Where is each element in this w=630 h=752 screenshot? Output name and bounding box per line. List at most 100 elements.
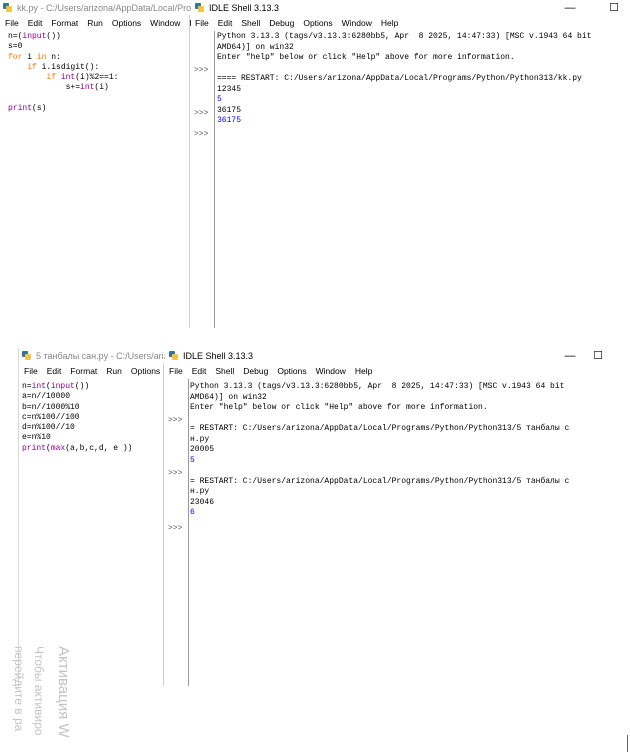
menu-window[interactable]: Window bbox=[150, 18, 180, 28]
top-editor-scroll-edge bbox=[189, 15, 190, 328]
idle-app-icon bbox=[169, 351, 178, 360]
menu-options[interactable]: Options bbox=[131, 366, 160, 376]
shell-line: AMD64)] on win32 bbox=[190, 392, 267, 402]
shell-prompt: >>> bbox=[194, 130, 209, 139]
activation-watermark-line3: перейдите в ра bbox=[12, 646, 26, 732]
menu-edit[interactable]: Edit bbox=[192, 366, 207, 376]
window-edge bbox=[627, 735, 628, 752]
menu-file[interactable]: File bbox=[169, 366, 183, 376]
code-line: n=(input()) bbox=[8, 32, 189, 42]
shell-line: = RESTART: C:/Users/arizona/AppData/Loca… bbox=[190, 424, 570, 433]
menu-help[interactable]: Help bbox=[381, 18, 398, 28]
menu-shell[interactable]: Shell bbox=[241, 18, 260, 28]
menu-options[interactable]: Options bbox=[303, 18, 332, 28]
bottom-maximize-button[interactable]: ☐ bbox=[584, 348, 612, 363]
shell-line: 5 bbox=[217, 95, 222, 104]
top-maximize-button[interactable]: ☐ bbox=[600, 0, 628, 15]
top-editor-window: kk.py - C:/Users/arizona/AppData/Local/P… bbox=[0, 0, 191, 328]
idle-app-icon bbox=[3, 3, 12, 12]
bottom-editor-title: 5 танбалы сан.py - C:/Users/arizona bbox=[36, 350, 165, 361]
idle-app-icon bbox=[195, 3, 204, 12]
shell-line: Python 3.13.3 (tags/v3.13.3:6280bb5, Apr… bbox=[190, 382, 565, 391]
bottom-minimize-button[interactable]: — bbox=[556, 348, 584, 363]
code-token: print bbox=[22, 443, 47, 453]
menu-window[interactable]: Window bbox=[342, 18, 372, 28]
code-token: (s) bbox=[32, 104, 47, 114]
shell-line: 23046 bbox=[190, 497, 215, 507]
shell-line: н.py bbox=[190, 434, 210, 444]
shell-line: = RESTART: C:/Users/arizona/AppData/Loca… bbox=[190, 476, 570, 486]
code-line: s=0 bbox=[8, 42, 189, 52]
code-token: print bbox=[8, 104, 33, 114]
code-token: ()) bbox=[46, 32, 61, 41]
menu-options[interactable]: Options bbox=[277, 366, 306, 376]
menu-debug[interactable]: Debug bbox=[269, 18, 294, 28]
shell-prompt: >>> bbox=[168, 469, 183, 478]
bottom-shell-prompt-gutter: >>> >>> >>> bbox=[166, 379, 189, 686]
top-shell-menubar: File Edit Shell Debug Options Window Help bbox=[192, 15, 630, 30]
activation-watermark-line2: Чтобы активиро bbox=[32, 646, 46, 736]
menu-format[interactable]: Format bbox=[70, 366, 97, 376]
menu-run[interactable]: Run bbox=[87, 18, 103, 28]
menu-edit[interactable]: Edit bbox=[47, 366, 62, 376]
bottom-editor-scroll-edge bbox=[163, 363, 164, 686]
menu-file[interactable]: File bbox=[195, 18, 209, 28]
menu-edit[interactable]: Edit bbox=[218, 18, 233, 28]
code-token: ()) bbox=[74, 382, 90, 391]
top-shell-title: IDLE Shell 3.13.3 bbox=[209, 2, 280, 13]
bottom-shell-window: IDLE Shell 3.13.3 — ☐ File Edit Shell Debug… bbox=[166, 348, 630, 686]
menu-help[interactable]: Help bbox=[355, 366, 372, 376]
menu-edit[interactable]: Edit bbox=[28, 18, 43, 28]
shell-prompt: >>> bbox=[168, 524, 183, 533]
code-token: n=( bbox=[8, 32, 23, 41]
menu-shell[interactable]: Shell bbox=[215, 366, 234, 376]
shell-line: 36175 bbox=[217, 116, 242, 125]
code-line: d=n%100//10 bbox=[22, 423, 163, 433]
shell-line: 12345 bbox=[217, 84, 242, 94]
menu-format[interactable]: Format bbox=[51, 18, 78, 28]
bottom-shell-output[interactable]: Python 3.13.3 (tags/v3.13.3:6280bb5, Apr… bbox=[190, 382, 569, 519]
menu-options[interactable]: Options bbox=[112, 18, 141, 28]
code-line: print(max(a,b,c,d, e )) bbox=[22, 444, 163, 454]
code-line: print(s) bbox=[8, 104, 189, 114]
top-editor-code[interactable]: n=(input()) s=0 for i in n: if i.isdigit()… bbox=[8, 32, 189, 114]
shell-line: Python 3.13.3 (tags/v3.13.3:6280bb5, Apr… bbox=[217, 32, 592, 41]
shell-line: Enter "help" below or click "Help" above… bbox=[190, 403, 488, 412]
menu-file[interactable]: File bbox=[5, 18, 19, 28]
top-shell-output[interactable]: Python 3.13.3 (tags/v3.13.3:6280bb5, Apr… bbox=[217, 32, 591, 127]
shell-prompt: >>> bbox=[168, 416, 183, 425]
bottom-editor-window: 5 танбалы сан.py - C:/Users/arizona File… bbox=[18, 348, 165, 686]
bottom-editor-menubar: File Edit Format Run Options bbox=[19, 363, 165, 378]
code-token: i bbox=[22, 52, 37, 62]
code-token: int bbox=[60, 73, 76, 83]
code-token: for bbox=[8, 52, 23, 62]
code-token: n= bbox=[22, 382, 32, 391]
code-token: s=0 bbox=[8, 42, 23, 52]
top-editor-titlebar[interactable]: kk.py - C:/Users/arizona/AppData/Local/P… bbox=[0, 0, 191, 15]
code-token: in bbox=[36, 52, 47, 62]
top-minimize-button[interactable]: — bbox=[556, 0, 584, 15]
code-token: if bbox=[46, 73, 57, 83]
bottom-editor-code[interactable]: n=int(input()) a=n//10000 b=n//1000%10 c=n%… bbox=[22, 382, 163, 454]
shell-line: Enter "help" below or click "Help" above… bbox=[217, 53, 515, 62]
shell-line: ==== RESTART: C:/Users/arizona/AppData/L… bbox=[217, 74, 582, 83]
code-line: n=int(input()) bbox=[22, 382, 163, 392]
code-token: (i) bbox=[94, 83, 109, 93]
code-token: input bbox=[22, 32, 47, 41]
code-token: a=n//10000 bbox=[22, 392, 71, 402]
menu-run[interactable]: Run bbox=[106, 366, 122, 376]
code-token: (a,b,c,d, e )) bbox=[65, 443, 133, 453]
menu-debug[interactable]: Debug bbox=[243, 366, 268, 376]
code-line: c=n%100//100 bbox=[22, 413, 163, 423]
menu-file[interactable]: File bbox=[24, 366, 38, 376]
code-token: (i)%2==1: bbox=[75, 73, 119, 83]
menu-window[interactable]: Window bbox=[316, 366, 346, 376]
bottom-editor-titlebar[interactable]: 5 танбалы сан.py - C:/Users/arizona bbox=[19, 348, 165, 363]
shell-line: н.py bbox=[190, 487, 210, 496]
code-line: if int(i)%2==1: bbox=[8, 73, 189, 83]
code-line: if i.isdigit(): bbox=[8, 63, 189, 73]
